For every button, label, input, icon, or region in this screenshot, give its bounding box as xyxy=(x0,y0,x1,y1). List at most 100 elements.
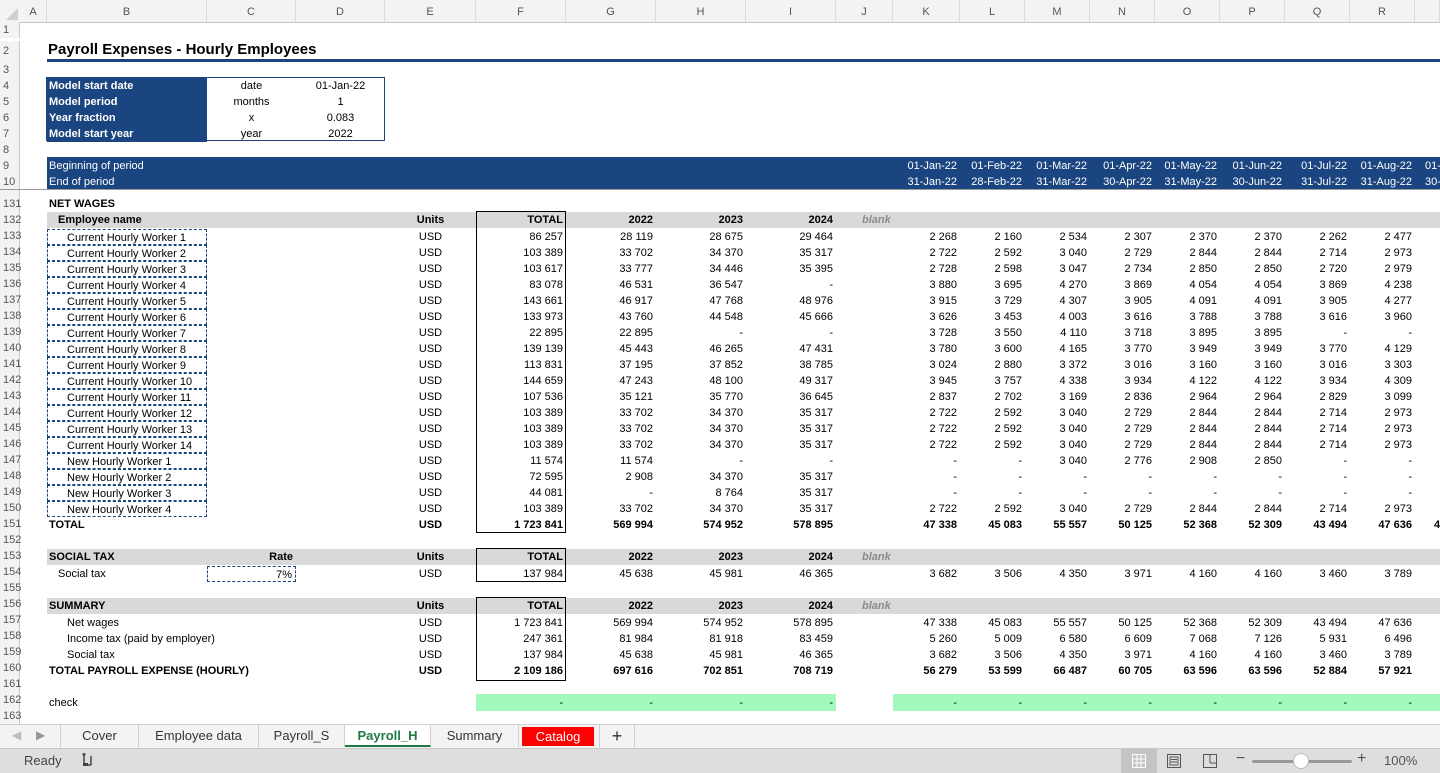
month-value-cell[interactable]: 3 682 xyxy=(893,647,960,663)
year-value-cell[interactable]: 83 459 xyxy=(746,631,836,647)
total-cell[interactable]: 44 081 xyxy=(476,485,566,501)
column-header-f[interactable]: F xyxy=(476,0,566,22)
year-value-cell[interactable]: 11 574 xyxy=(566,453,656,469)
month-value-cell[interactable]: 3 016 xyxy=(1285,357,1350,373)
row-header-147[interactable]: 147 xyxy=(0,452,21,468)
page-break-view-icon[interactable] xyxy=(1203,754,1217,771)
column-header-d[interactable]: D xyxy=(296,0,385,22)
month-value-cell[interactable]: 3 682 xyxy=(893,566,960,582)
total-cell[interactable]: 247 361 xyxy=(476,631,566,647)
month-value-cell[interactable]: 2 844 xyxy=(1155,245,1220,261)
check-month-cell[interactable]: - xyxy=(1090,695,1155,711)
check-month-cell[interactable]: - xyxy=(1025,695,1090,711)
year-value-cell[interactable]: 46 365 xyxy=(746,647,836,663)
month-value-cell[interactable]: 2 592 xyxy=(960,437,1025,453)
month-value-cell[interactable]: 2 592 xyxy=(960,405,1025,421)
row-header-6[interactable]: 6 xyxy=(0,110,20,126)
month-value-cell[interactable]: 2 598 xyxy=(960,261,1025,277)
year-value-cell[interactable]: - xyxy=(656,325,746,341)
month-value-cell[interactable]: 2 592 xyxy=(960,421,1025,437)
year-value-cell[interactable]: 28 675 xyxy=(656,229,746,245)
month-value-cell[interactable]: 50 125 xyxy=(1090,517,1155,533)
month-value-cell[interactable]: 2 836 xyxy=(1090,389,1155,405)
month-value-cell[interactable]: 2 979 xyxy=(1350,261,1415,277)
zoom-out-button[interactable]: − xyxy=(1236,750,1245,768)
year-value-cell[interactable]: 36 547 xyxy=(656,277,746,293)
month-value-cell[interactable]: 2 964 xyxy=(1220,389,1285,405)
month-value-cell[interactable]: 2 722 xyxy=(893,405,960,421)
month-value-cell[interactable]: 3 915 xyxy=(893,293,960,309)
month-value-cell[interactable]: 3 016 xyxy=(1090,357,1155,373)
sheet-tab-catalog[interactable]: Catalog xyxy=(522,727,594,746)
employee-name-cell[interactable]: Current Hourly Worker 9 xyxy=(47,357,207,373)
check-month-cell[interactable]: - xyxy=(1285,695,1350,711)
month-value-cell[interactable]: 3 971 xyxy=(1090,647,1155,663)
row-header-161[interactable]: 161 xyxy=(0,676,21,692)
year-value-cell[interactable]: 697 616 xyxy=(566,663,656,679)
year-value-cell[interactable]: 574 952 xyxy=(656,615,746,631)
check-year-cell[interactable]: - xyxy=(656,695,746,711)
row-header-141[interactable]: 141 xyxy=(0,356,21,372)
total-cell[interactable]: 103 389 xyxy=(476,405,566,421)
month-value-cell[interactable]: - xyxy=(1285,485,1350,501)
month-value-cell[interactable]: 3 040 xyxy=(1025,501,1090,517)
year-value-cell[interactable]: 22 895 xyxy=(566,325,656,341)
row-header-162[interactable]: 162 xyxy=(0,692,21,708)
employee-name-cell[interactable]: Current Hourly Worker 8 xyxy=(47,341,207,357)
month-value-cell[interactable]: - xyxy=(1350,469,1415,485)
row-header-4[interactable]: 4 xyxy=(0,78,20,94)
year-value-cell[interactable]: 33 702 xyxy=(566,501,656,517)
month-value-cell[interactable]: 4 003 xyxy=(1025,309,1090,325)
employee-name-cell[interactable]: Current Hourly Worker 3 xyxy=(47,261,207,277)
column-header-o[interactable]: O xyxy=(1155,0,1220,22)
month-value-cell[interactable]: 66 487 xyxy=(1025,663,1090,679)
employee-name-cell[interactable]: Current Hourly Worker 13 xyxy=(47,421,207,437)
total-cell[interactable]: 133 973 xyxy=(476,309,566,325)
total-cell[interactable]: 107 536 xyxy=(476,389,566,405)
employee-name-cell[interactable]: Current Hourly Worker 5 xyxy=(47,293,207,309)
year-value-cell[interactable]: 34 370 xyxy=(656,469,746,485)
month-value-cell[interactable]: 2 880 xyxy=(960,357,1025,373)
month-value-cell[interactable]: - xyxy=(1350,453,1415,469)
row-header-1[interactable]: 1 xyxy=(0,22,20,38)
column-header-h[interactable]: H xyxy=(656,0,746,22)
row-header-151[interactable]: 151 xyxy=(0,516,21,532)
employee-name-cell[interactable]: Current Hourly Worker 14 xyxy=(47,437,207,453)
year-value-cell[interactable]: 702 851 xyxy=(656,663,746,679)
year-value-cell[interactable]: 35 317 xyxy=(746,405,836,421)
year-value-cell[interactable]: 33 702 xyxy=(566,421,656,437)
year-value-cell[interactable]: - xyxy=(656,453,746,469)
year-value-cell[interactable]: 48 976 xyxy=(746,293,836,309)
month-value-cell[interactable]: 2 714 xyxy=(1285,437,1350,453)
month-value-cell[interactable]: 3 550 xyxy=(960,325,1025,341)
month-value-cell[interactable]: 2 477 xyxy=(1350,229,1415,245)
row-header-150[interactable]: 150 xyxy=(0,500,21,516)
month-value-cell[interactable]: - xyxy=(1350,325,1415,341)
check-month-cell[interactable]: - xyxy=(960,695,1025,711)
month-value-cell[interactable]: 3 789 xyxy=(1350,647,1415,663)
column-header-s[interactable] xyxy=(1415,0,1440,22)
sheet-tab-payroll-h[interactable]: Payroll_H xyxy=(345,725,431,747)
month-value-cell[interactable]: 2 714 xyxy=(1285,405,1350,421)
month-value-cell[interactable]: - xyxy=(1090,485,1155,501)
total-cell[interactable]: 83 078 xyxy=(476,277,566,293)
employee-name-cell[interactable]: New Hourly Worker 2 xyxy=(47,469,207,485)
month-value-cell[interactable]: 3 869 xyxy=(1090,277,1155,293)
month-value-cell[interactable]: 2 973 xyxy=(1350,421,1415,437)
month-value-cell[interactable]: 3 695 xyxy=(960,277,1025,293)
month-value-cell[interactable]: 57 921 xyxy=(1350,663,1415,679)
month-value-cell[interactable]: - xyxy=(1155,469,1220,485)
month-value-cell[interactable]: 3 895 xyxy=(1220,325,1285,341)
month-value-cell[interactable]: 3 789 xyxy=(1350,566,1415,582)
row-header-160[interactable]: 160 xyxy=(0,660,21,676)
column-header-q[interactable]: Q xyxy=(1285,0,1350,22)
month-value-cell[interactable]: 3 040 xyxy=(1025,437,1090,453)
row-header-163[interactable]: 163 xyxy=(0,708,21,724)
month-value-cell[interactable]: 52 309 xyxy=(1220,615,1285,631)
month-value-cell[interactable]: 2 776 xyxy=(1090,453,1155,469)
month-value-cell[interactable]: 6 580 xyxy=(1025,631,1090,647)
month-value-cell[interactable]: 4 054 xyxy=(1220,277,1285,293)
check-total-cell[interactable]: - xyxy=(476,695,566,711)
total-cell[interactable]: 22 895 xyxy=(476,325,566,341)
employee-name-cell[interactable]: New Hourly Worker 1 xyxy=(47,453,207,469)
